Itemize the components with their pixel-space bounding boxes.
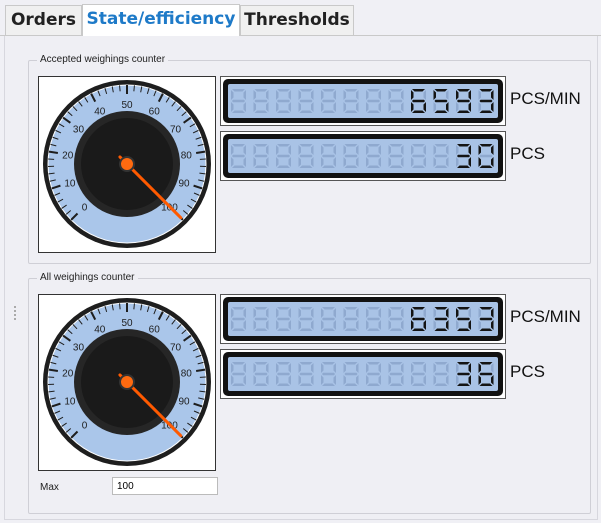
gauge-tick-label: 10	[64, 397, 76, 408]
accepted-weighings-group: Accepted weighings counter 0 10 20 30 40 50 60…	[28, 53, 591, 264]
all-group-title: All weighings counter	[37, 271, 138, 285]
gauge-tick-label: 50	[121, 318, 133, 329]
gauge-tick-label: 60	[149, 325, 161, 336]
gauge-minor-tick	[133, 85, 135, 92]
gauge-tick-label: 80	[181, 151, 193, 162]
gauge-tick-label: 20	[62, 151, 74, 162]
gauge-minor-tick	[119, 303, 121, 310]
state-efficiency-panel: Accepted weighings counter 0 10 20 30 40 50 60…	[4, 36, 598, 520]
gauge-tick-label: 20	[62, 369, 74, 380]
accepted-count-unit: PCS	[510, 144, 545, 163]
gauge-tick-label: 0	[82, 202, 88, 213]
accepted-rate-lcd	[223, 79, 503, 123]
accepted-gauge-dial: 0102030405060708090100	[43, 80, 211, 248]
all-count-display	[220, 349, 506, 399]
all-rate-lcd	[223, 297, 503, 341]
accepted-count-display	[220, 131, 506, 181]
max-label: Max	[40, 482, 59, 493]
gauge-hub	[119, 374, 135, 390]
gauge-tick-label: 30	[73, 125, 85, 136]
gauge-major-tick	[195, 368, 206, 373]
gauge-tick-label: 80	[181, 369, 193, 380]
gauge-tick-label: 70	[170, 343, 182, 354]
gauge-tick-label: 40	[94, 325, 106, 336]
all-rate-unit: PCS/MIN	[510, 307, 581, 326]
all-rate-display	[220, 294, 506, 344]
accepted-count-lcd	[223, 134, 503, 178]
gauge-minor-tick	[119, 85, 121, 92]
splitter-grip-icon[interactable]	[13, 306, 17, 322]
gauge-tick-label: 90	[179, 179, 191, 190]
gauge-tick-label: 30	[73, 343, 85, 354]
accepted-group-title: Accepted weighings counter	[37, 53, 169, 67]
gauge-major-tick	[195, 150, 206, 155]
tab-thresholds[interactable]: Thresholds	[240, 5, 354, 35]
gauge-tick-label: 0	[82, 420, 88, 431]
gauge-hub	[119, 156, 135, 172]
all-count-unit: PCS	[510, 362, 545, 381]
gauge-tick-label: 70	[170, 125, 182, 136]
gauge-tick-label: 90	[179, 397, 191, 408]
gauge-major-tick	[48, 150, 59, 155]
gauge-minor-tick	[133, 303, 135, 310]
accepted-rate-display	[220, 76, 506, 126]
tab-bar: Orders State/efficiency Thresholds	[0, 0, 601, 36]
gauge-tick-label: 10	[64, 179, 76, 190]
tab-state-efficiency[interactable]: State/efficiency	[82, 4, 240, 36]
all-weighings-group: All weighings counter 0 10 20 30 40 50 60 70 80 9…	[28, 271, 591, 514]
all-gauge-dial: 0102030405060708090100	[43, 298, 211, 466]
all-count-lcd	[223, 352, 503, 396]
gauge-major-tick	[48, 368, 59, 373]
gauge-tick-label: 50	[121, 100, 133, 111]
all-gauge: 0102030405060708090100	[38, 294, 216, 471]
accepted-rate-unit: PCS/MIN	[510, 89, 581, 108]
max-input[interactable]	[112, 477, 218, 495]
gauge-tick-label: 40	[94, 107, 106, 118]
tab-orders[interactable]: Orders	[5, 5, 82, 35]
accepted-gauge: 0102030405060708090100	[38, 76, 216, 253]
gauge-tick-label: 60	[149, 107, 161, 118]
